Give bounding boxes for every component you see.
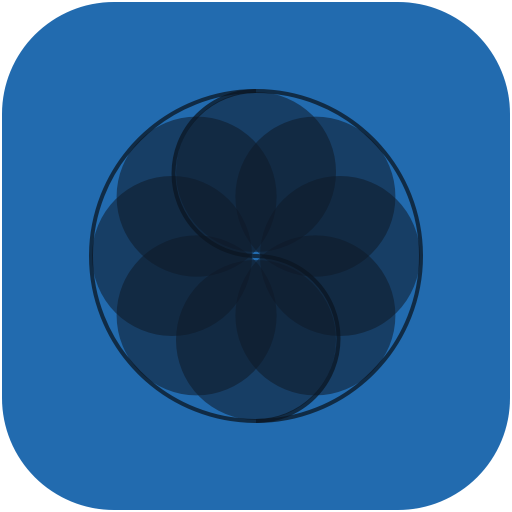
app-icon[interactable]	[0, 0, 512, 512]
app-icon-stage	[0, 0, 512, 512]
